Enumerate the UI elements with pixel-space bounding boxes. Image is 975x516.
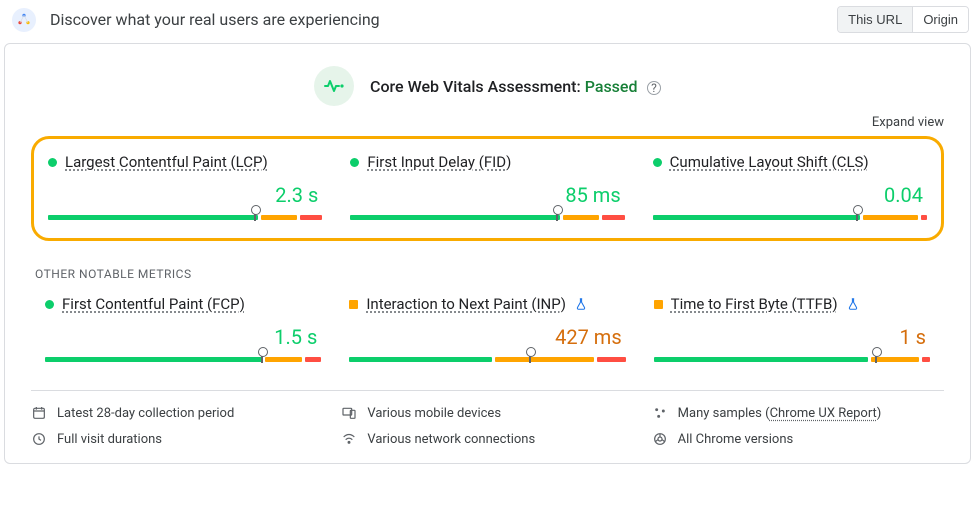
devices-icon (341, 405, 357, 421)
bar-segment (922, 357, 930, 362)
bar-marker (261, 352, 263, 363)
bar-segment (45, 357, 262, 362)
other-metrics-label: OTHER NOTABLE METRICS (35, 267, 944, 281)
expand-view-link[interactable]: Expand view (872, 115, 944, 130)
bar-segment (871, 357, 919, 362)
metric-card: First Input Delay (FID) 85 ms (350, 153, 624, 220)
metric-card: Interaction to Next Paint (INP) 427 ms (349, 295, 625, 362)
distribution-bar (654, 357, 930, 362)
assessment-text: Core Web Vitals Assessment: Passed ? (370, 77, 661, 96)
metric-card: Cumulative Layout Shift (CLS) 0.04 (653, 153, 927, 220)
metric-value: 1 s (654, 325, 930, 349)
status-dot-good (45, 300, 54, 309)
samples-icon (652, 405, 668, 421)
header-crux-icon (12, 8, 36, 32)
bar-segment (265, 357, 301, 362)
bar-segment (350, 215, 560, 220)
status-dot-needs-improvement (349, 300, 358, 309)
status-dot-good (48, 158, 57, 167)
metric-value: 85 ms (350, 183, 624, 207)
toggle-this-url[interactable]: This URL (838, 7, 913, 32)
bar-segment (349, 357, 491, 362)
distribution-bar (653, 215, 927, 220)
metric-value: 1.5 s (45, 325, 321, 349)
bar-segment (921, 215, 927, 220)
bar-marker (875, 352, 877, 363)
wifi-icon (341, 431, 357, 447)
bar-segment (653, 215, 860, 220)
bar-segment (863, 215, 919, 220)
footer-network: Various network connections (341, 431, 633, 447)
bar-segment (654, 357, 868, 362)
metric-value: 427 ms (349, 325, 625, 349)
bar-segment (48, 215, 258, 220)
metric-name[interactable]: First Input Delay (FID) (367, 153, 511, 171)
calendar-icon (31, 405, 47, 421)
distribution-bar (349, 357, 625, 362)
toggle-origin[interactable]: Origin (913, 7, 968, 32)
flask-icon[interactable] (574, 297, 588, 311)
bar-segment (597, 357, 625, 362)
status-dot-needs-improvement (654, 300, 663, 309)
status-dot-good (350, 158, 359, 167)
bar-segment (563, 215, 599, 220)
metric-value: 2.3 s (48, 183, 322, 207)
footer-period: Latest 28-day collection period (31, 405, 323, 421)
bar-segment (602, 215, 624, 220)
metric-name[interactable]: Interaction to Next Paint (INP) (366, 295, 566, 313)
help-icon[interactable]: ? (647, 81, 661, 95)
bar-segment (305, 357, 322, 362)
bar-segment (261, 215, 297, 220)
chrome-ux-report-link[interactable]: Chrome UX Report (770, 406, 877, 421)
assessment-status: Passed (585, 77, 638, 96)
clock-icon (31, 431, 47, 447)
bar-segment (495, 357, 595, 362)
bar-marker (556, 210, 558, 221)
metric-card: First Contentful Paint (FCP) 1.5 s (45, 295, 321, 362)
page-title: Discover what your real users are experi… (50, 10, 837, 29)
metric-name[interactable]: Largest Contentful Paint (LCP) (65, 153, 268, 171)
distribution-bar (45, 357, 321, 362)
metric-value: 0.04 (653, 183, 927, 207)
footer-devices: Various mobile devices (341, 405, 633, 421)
footer-visits: Full visit durations (31, 431, 323, 447)
metric-name[interactable]: First Contentful Paint (FCP) (62, 295, 245, 313)
metric-name[interactable]: Time to First Byte (TTFB) (671, 295, 838, 313)
metric-card: Largest Contentful Paint (LCP) 2.3 s (48, 153, 322, 220)
crux-panel: Core Web Vitals Assessment: Passed ? Exp… (4, 43, 971, 464)
bar-marker (529, 352, 531, 363)
bar-marker (856, 210, 858, 221)
bar-segment (300, 215, 322, 220)
scope-toggle: This URL Origin (837, 6, 969, 33)
bar-marker (254, 210, 256, 221)
metric-name[interactable]: Cumulative Layout Shift (CLS) (670, 153, 869, 171)
chrome-icon (652, 431, 668, 447)
distribution-bar (350, 215, 624, 220)
metric-card: Time to First Byte (TTFB) 1 s (654, 295, 930, 362)
pulse-icon (314, 66, 354, 106)
flask-icon[interactable] (846, 297, 860, 311)
footer-samples: Many samples (Chrome UX Report) (652, 405, 944, 421)
distribution-bar (48, 215, 322, 220)
footer-versions: All Chrome versions (652, 431, 944, 447)
status-dot-good (653, 158, 662, 167)
core-metrics-group: Largest Contentful Paint (LCP) 2.3 s First… (31, 136, 944, 241)
other-metrics-group: First Contentful Paint (FCP) 1.5 s Interac… (31, 295, 944, 368)
